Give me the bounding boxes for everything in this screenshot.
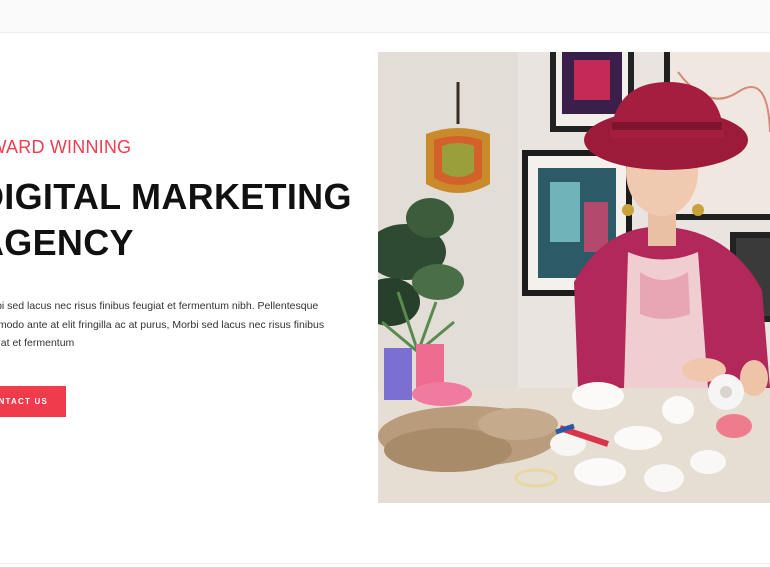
hero-headline: DIGITAL MARKETING AGENCY <box>0 174 352 266</box>
contact-us-button[interactable]: CONTACT US <box>0 386 66 417</box>
hero-headline-line-1: DIGITAL MARKETING <box>0 176 352 217</box>
hero-text-section: AWARD WINNING DIGITAL MARKETING AGENCY M… <box>0 0 370 567</box>
hero-paragraph: Morbi sed lacus nec risus finibus feugia… <box>0 297 338 353</box>
hero-photo <box>378 52 770 503</box>
hero-paragraph-line: feugiat et fermentum <box>0 337 75 349</box>
section-divider <box>0 563 770 564</box>
hero-eyebrow: AWARD WINNING <box>0 137 132 157</box>
hero-paragraph-line: Morbi sed lacus nec risus finibus feugia… <box>0 300 319 312</box>
hero-paragraph-line: commodo ante at elit fringilla ac at pur… <box>0 318 325 331</box>
hero-headline-line-2: AGENCY <box>0 222 134 263</box>
